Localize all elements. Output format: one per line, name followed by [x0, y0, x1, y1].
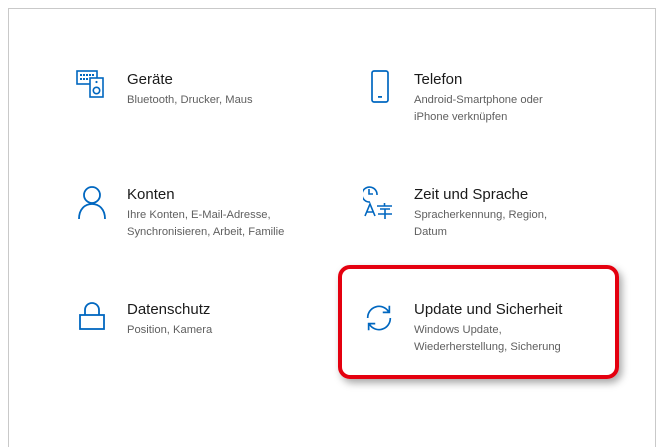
- tile-description: Bluetooth, Drucker, Maus: [127, 94, 253, 106]
- tile-description: Spracherkennung, Region,: [414, 209, 548, 221]
- devices-icon: [76, 70, 108, 110]
- tile-title: Datenschutz: [127, 301, 211, 318]
- time-language-icon: [363, 185, 395, 225]
- tile-description: Windows Update,: [414, 324, 502, 336]
- sync-icon: [363, 300, 395, 340]
- tile-description: iPhone verknüpfen: [414, 111, 508, 123]
- settings-tile-accounts[interactable]: Konten Ihre Konten, E-Mail-Adresse, Sync…: [76, 185, 284, 241]
- tile-description: Android-Smartphone oder: [414, 94, 543, 106]
- tile-description: Position, Kamera: [127, 324, 213, 336]
- settings-tile-update-security[interactable]: Update und Sicherheit Windows Update, Wi…: [363, 300, 562, 356]
- tile-description: Synchronisieren, Arbeit, Familie: [127, 226, 285, 238]
- tile-title: Zeit und Sprache: [414, 186, 529, 203]
- settings-tile-time-language[interactable]: Zeit und Sprache Spracherkennung, Region…: [363, 185, 547, 241]
- phone-icon: [363, 70, 395, 110]
- tile-title: Telefon: [414, 71, 463, 88]
- tile-title: Update und Sicherheit: [414, 301, 563, 318]
- settings-tile-privacy[interactable]: Datenschutz Position, Kamera: [76, 300, 212, 340]
- lock-icon: [76, 300, 108, 340]
- settings-tile-phone[interactable]: Telefon Android-Smartphone oder iPhone v…: [363, 70, 543, 126]
- settings-tile-devices[interactable]: Geräte Bluetooth, Drucker, Maus: [76, 70, 253, 110]
- tile-description: Datum: [414, 226, 447, 238]
- tile-title: Konten: [127, 186, 175, 203]
- tile-description: Ihre Konten, E-Mail-Adresse,: [127, 209, 271, 221]
- tile-title: Geräte: [127, 71, 173, 88]
- tile-description: Wiederherstellung, Sicherung: [414, 341, 561, 353]
- person-icon: [76, 185, 108, 225]
